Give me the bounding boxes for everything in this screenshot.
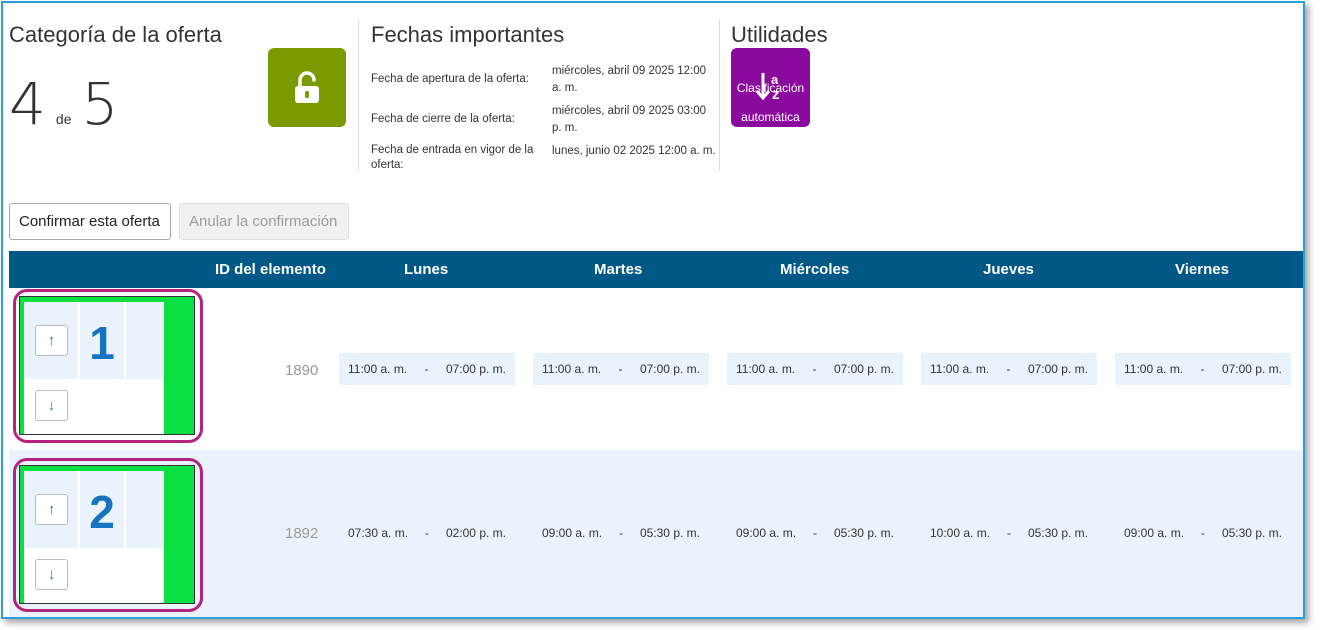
category-title: Categoría de la oferta <box>9 22 222 47</box>
time-start: 11:00 a. m. <box>930 362 990 376</box>
unlock-button[interactable] <box>268 48 346 127</box>
time-start: 10:00 a. m. <box>930 526 991 540</box>
date-label: Fecha de apertura de la oferta: <box>371 73 529 85</box>
time-start: 11:00 a. m. <box>542 362 602 376</box>
time-cell-thursday: 11:00 a. m. - 07:00 p. m. <box>921 353 1097 385</box>
time-cell-monday: 11:00 a. m. - 07:00 p. m. <box>339 353 515 385</box>
time-end: 07:00 p. m. <box>1221 362 1282 376</box>
divider <box>358 19 359 171</box>
time-cell-friday: 09:00 a. m. - 05:30 p. m. <box>1115 517 1291 549</box>
header-monday: Lunes <box>404 261 449 278</box>
time-cell-wednesday: 11:00 a. m. - 07:00 p. m. <box>727 353 903 385</box>
time-cell-tuesday: 11:00 a. m. - 07:00 p. m. <box>533 353 709 385</box>
date-label: Fecha de cierre de la oferta: <box>371 113 515 125</box>
highlight-outline <box>13 289 203 443</box>
header-wednesday: Miércoles <box>780 261 850 278</box>
element-id: 1892 <box>285 525 319 542</box>
time-start: 09:00 a. m. <box>542 526 603 540</box>
time-start: 11:00 a. m. <box>736 362 796 376</box>
time-start: 09:00 a. m. <box>1124 526 1185 540</box>
cancel-confirmation-button: Anular la confirmación <box>179 203 349 240</box>
time-cell-tuesday: 09:00 a. m. - 05:30 p. m. <box>533 517 709 549</box>
auto-sort-label-2: automática <box>741 110 800 124</box>
time-end: 07:00 p. m. <box>639 362 700 376</box>
time-separator: - <box>424 362 429 376</box>
main-frame: Categoría de la oferta 4 de 5 Fechas imp… <box>1 1 1305 619</box>
time-separator: - <box>425 526 429 540</box>
time-end: 05:30 p. m. <box>1027 526 1088 540</box>
time-start: 09:00 a. m. <box>736 526 797 540</box>
header-thursday: Jueves <box>983 261 1034 278</box>
date-row-effective: Fecha de entrada en vigor de la oferta: … <box>371 143 716 173</box>
date-value: miércoles, abril 09 2025 03:00 p. m. <box>552 105 707 134</box>
time-separator: - <box>1007 526 1011 540</box>
category-of-label: de <box>55 111 72 127</box>
category-counter: 4 de 5 <box>9 75 118 133</box>
time-end: 07:00 p. m. <box>833 362 894 376</box>
auto-sort-label-1: Clasificación <box>736 81 805 95</box>
date-value: miércoles, abril 09 2025 12:00 a. m. <box>552 65 707 94</box>
date-row-closing: Fecha de cierre de la oferta: miércoles,… <box>371 103 716 137</box>
time-end: 05:30 p. m. <box>639 526 700 540</box>
time-end: 07:00 p. m. <box>1027 362 1088 376</box>
time-start: 11:00 a. m. <box>1124 362 1184 376</box>
time-separator: - <box>812 362 817 376</box>
dates-title: Fechas importantes <box>371 22 565 47</box>
time-end: 02:00 p. m. <box>445 526 506 540</box>
time-cell-monday: 07:30 a. m. - 02:00 p. m. <box>339 517 515 549</box>
time-end: 07:00 p. m. <box>445 362 506 376</box>
time-separator: - <box>618 362 623 376</box>
utilities-title: Utilidades <box>731 22 828 47</box>
date-row-opening: Fecha de apertura de la oferta: miércole… <box>371 63 716 97</box>
divider <box>719 19 720 171</box>
time-separator: - <box>1200 362 1205 376</box>
dates-table: Fecha de apertura de la oferta: miércole… <box>371 63 716 179</box>
element-id: 1890 <box>285 362 319 379</box>
table-row: ↑ ↓ 2 1892 07:30 a. m. -02:00 p. m. 09:00… <box>9 450 1303 617</box>
time-start: 07:30 a. m. <box>348 526 409 540</box>
time-start: 11:00 a. m. <box>348 362 408 376</box>
time-cell-thursday: 10:00 a. m. - 05:30 p. m. <box>921 517 1097 549</box>
time-end: 05:30 p. m. <box>833 526 894 540</box>
table-header: ID del elemento Lunes Martes Miércoles J… <box>9 251 1303 288</box>
time-cell-wednesday: 09:00 a. m. - 05:30 p. m. <box>727 517 903 549</box>
time-separator: - <box>1006 362 1011 376</box>
time-separator: - <box>813 526 817 540</box>
date-value: lunes, junio 02 2025 12:00 a. m. <box>552 145 716 157</box>
time-separator: - <box>619 526 623 540</box>
unlock-icon <box>295 70 319 103</box>
time-end: 05:30 p. m. <box>1221 526 1282 540</box>
header-friday: Viernes <box>1175 261 1229 278</box>
category-current: 4 <box>9 70 46 138</box>
time-separator: - <box>1201 526 1205 540</box>
table-row: ↑ ↓ 1 1890 11:00 a. m. -07:00 p. m. 11:00… <box>9 288 1303 450</box>
header-element-id: ID del elemento <box>215 261 326 278</box>
auto-sort-button[interactable]: a z Clasificación automática <box>731 48 810 127</box>
confirm-offer-button[interactable]: Confirmar esta oferta <box>9 203 171 240</box>
category-total: 5 <box>81 70 119 138</box>
highlight-outline <box>13 458 203 612</box>
date-label: Fecha de entrada en vigor de la oferta: <box>371 144 534 171</box>
time-cell-friday: 11:00 a. m. - 07:00 p. m. <box>1115 353 1291 385</box>
header-tuesday: Martes <box>594 261 643 278</box>
